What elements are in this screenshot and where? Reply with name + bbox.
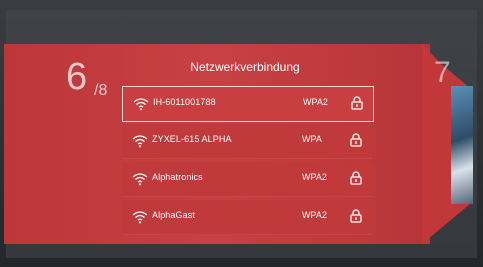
network-item[interactable]: IH-6011001788 WPA2 bbox=[122, 86, 374, 122]
next-page-number[interactable]: 7 bbox=[434, 56, 451, 90]
total-pages: /8 bbox=[94, 82, 108, 99]
network-ssid: AlphaGast bbox=[152, 210, 195, 220]
lock-icon bbox=[351, 96, 363, 110]
wifi-icon bbox=[132, 173, 148, 186]
network-item[interactable]: Alphatronics WPA2 bbox=[122, 162, 372, 197]
lock-icon bbox=[350, 209, 362, 223]
network-item[interactable]: AlphaGast WPA2 bbox=[122, 200, 372, 235]
network-ssid: IH-6011001788 bbox=[153, 97, 216, 107]
current-page-number: 6 bbox=[66, 56, 88, 98]
network-ssid: Alphatronics bbox=[152, 172, 203, 182]
wifi-icon bbox=[132, 135, 148, 148]
network-security: WPA2 bbox=[302, 210, 327, 220]
network-ssid: ZYXEL-615 ALPHA bbox=[152, 134, 232, 144]
screen-title: Netzwerkverbindung bbox=[190, 60, 300, 74]
network-security: WPA2 bbox=[303, 97, 328, 107]
lock-icon bbox=[350, 133, 362, 147]
lock-icon bbox=[350, 171, 362, 185]
wifi-icon bbox=[133, 98, 149, 111]
network-security: WPA2 bbox=[302, 172, 327, 182]
network-item[interactable]: ZYXEL-615 ALPHA WPA bbox=[122, 124, 372, 159]
network-security: WPA bbox=[302, 134, 322, 144]
next-page-preview-image bbox=[451, 86, 473, 204]
wifi-icon bbox=[132, 211, 148, 224]
